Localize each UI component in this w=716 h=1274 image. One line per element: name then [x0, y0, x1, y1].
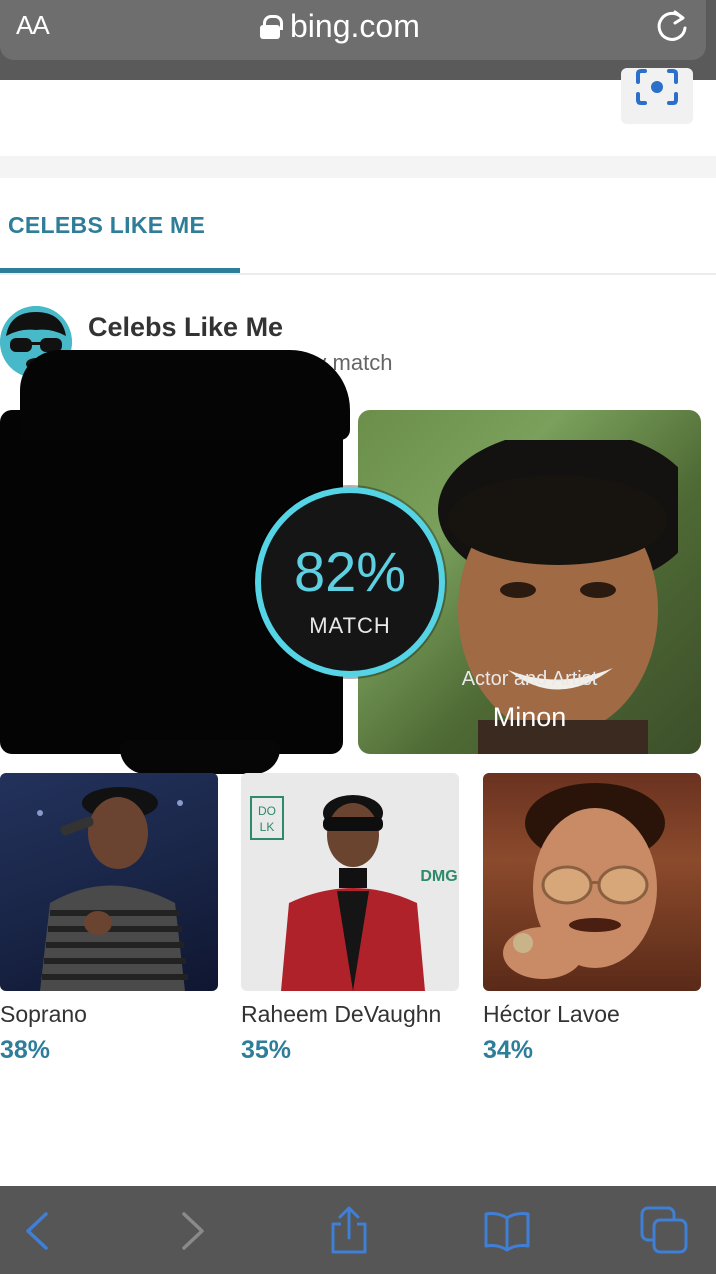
celebrity-role: Actor and Artist: [461, 668, 598, 690]
browser-toolbar: [0, 1186, 716, 1274]
reload-icon[interactable]: [654, 6, 690, 55]
match-percent: 34%: [483, 1036, 534, 1064]
match-score-badge: 82% MATCH: [255, 487, 445, 677]
match-thumbnail[interactable]: DO LK DMG: [241, 773, 459, 991]
match-name[interactable]: Raheem DeVaughn: [241, 1001, 441, 1028]
match-percent: 82%: [293, 540, 407, 603]
celebrity-photo: [503, 783, 665, 979]
tab-divider: [0, 273, 716, 275]
forward-arrow-icon[interactable]: [166, 1206, 216, 1256]
dolk-logo-top: DO: [258, 804, 276, 818]
redaction-mark: [120, 740, 280, 774]
celebrity-photo: [37, 787, 188, 991]
tabs-icon[interactable]: [640, 1206, 690, 1256]
redaction-mark: [20, 350, 350, 440]
page-header: [0, 80, 716, 156]
celebrity-photo: DO LK DMG: [250, 795, 458, 991]
match-thumbnail[interactable]: [483, 773, 701, 991]
text-size-button[interactable]: AA: [16, 10, 50, 41]
url-display[interactable]: bing.com: [260, 8, 420, 45]
camera-search-icon[interactable]: [621, 68, 693, 124]
match-label: MATCH: [309, 613, 391, 638]
address-bar[interactable]: AA bing.com: [0, 0, 706, 60]
dolk-logo-bottom: LK: [260, 820, 275, 834]
browser-top-bar: AA bing.com: [0, 0, 716, 80]
match-name[interactable]: Soprano: [0, 1001, 87, 1028]
url-text: bing.com: [290, 8, 420, 44]
page-title: Celebs Like Me: [88, 312, 284, 342]
share-icon[interactable]: [324, 1206, 374, 1256]
lock-icon: [260, 14, 283, 39]
back-arrow-icon[interactable]: [14, 1206, 64, 1256]
match-percent: 38%: [0, 1036, 51, 1064]
celebrity-name[interactable]: Minon: [358, 702, 701, 733]
bookmarks-icon[interactable]: [482, 1206, 532, 1256]
tab-celebs-like-me[interactable]: CELEBS LIKE ME: [8, 212, 205, 239]
section-divider: [0, 156, 716, 178]
match-thumbnail[interactable]: [0, 773, 218, 991]
dmg-logo: DMG: [420, 868, 457, 885]
match-percent: 35%: [241, 1036, 292, 1064]
match-name[interactable]: Héctor Lavoe: [483, 1001, 620, 1028]
